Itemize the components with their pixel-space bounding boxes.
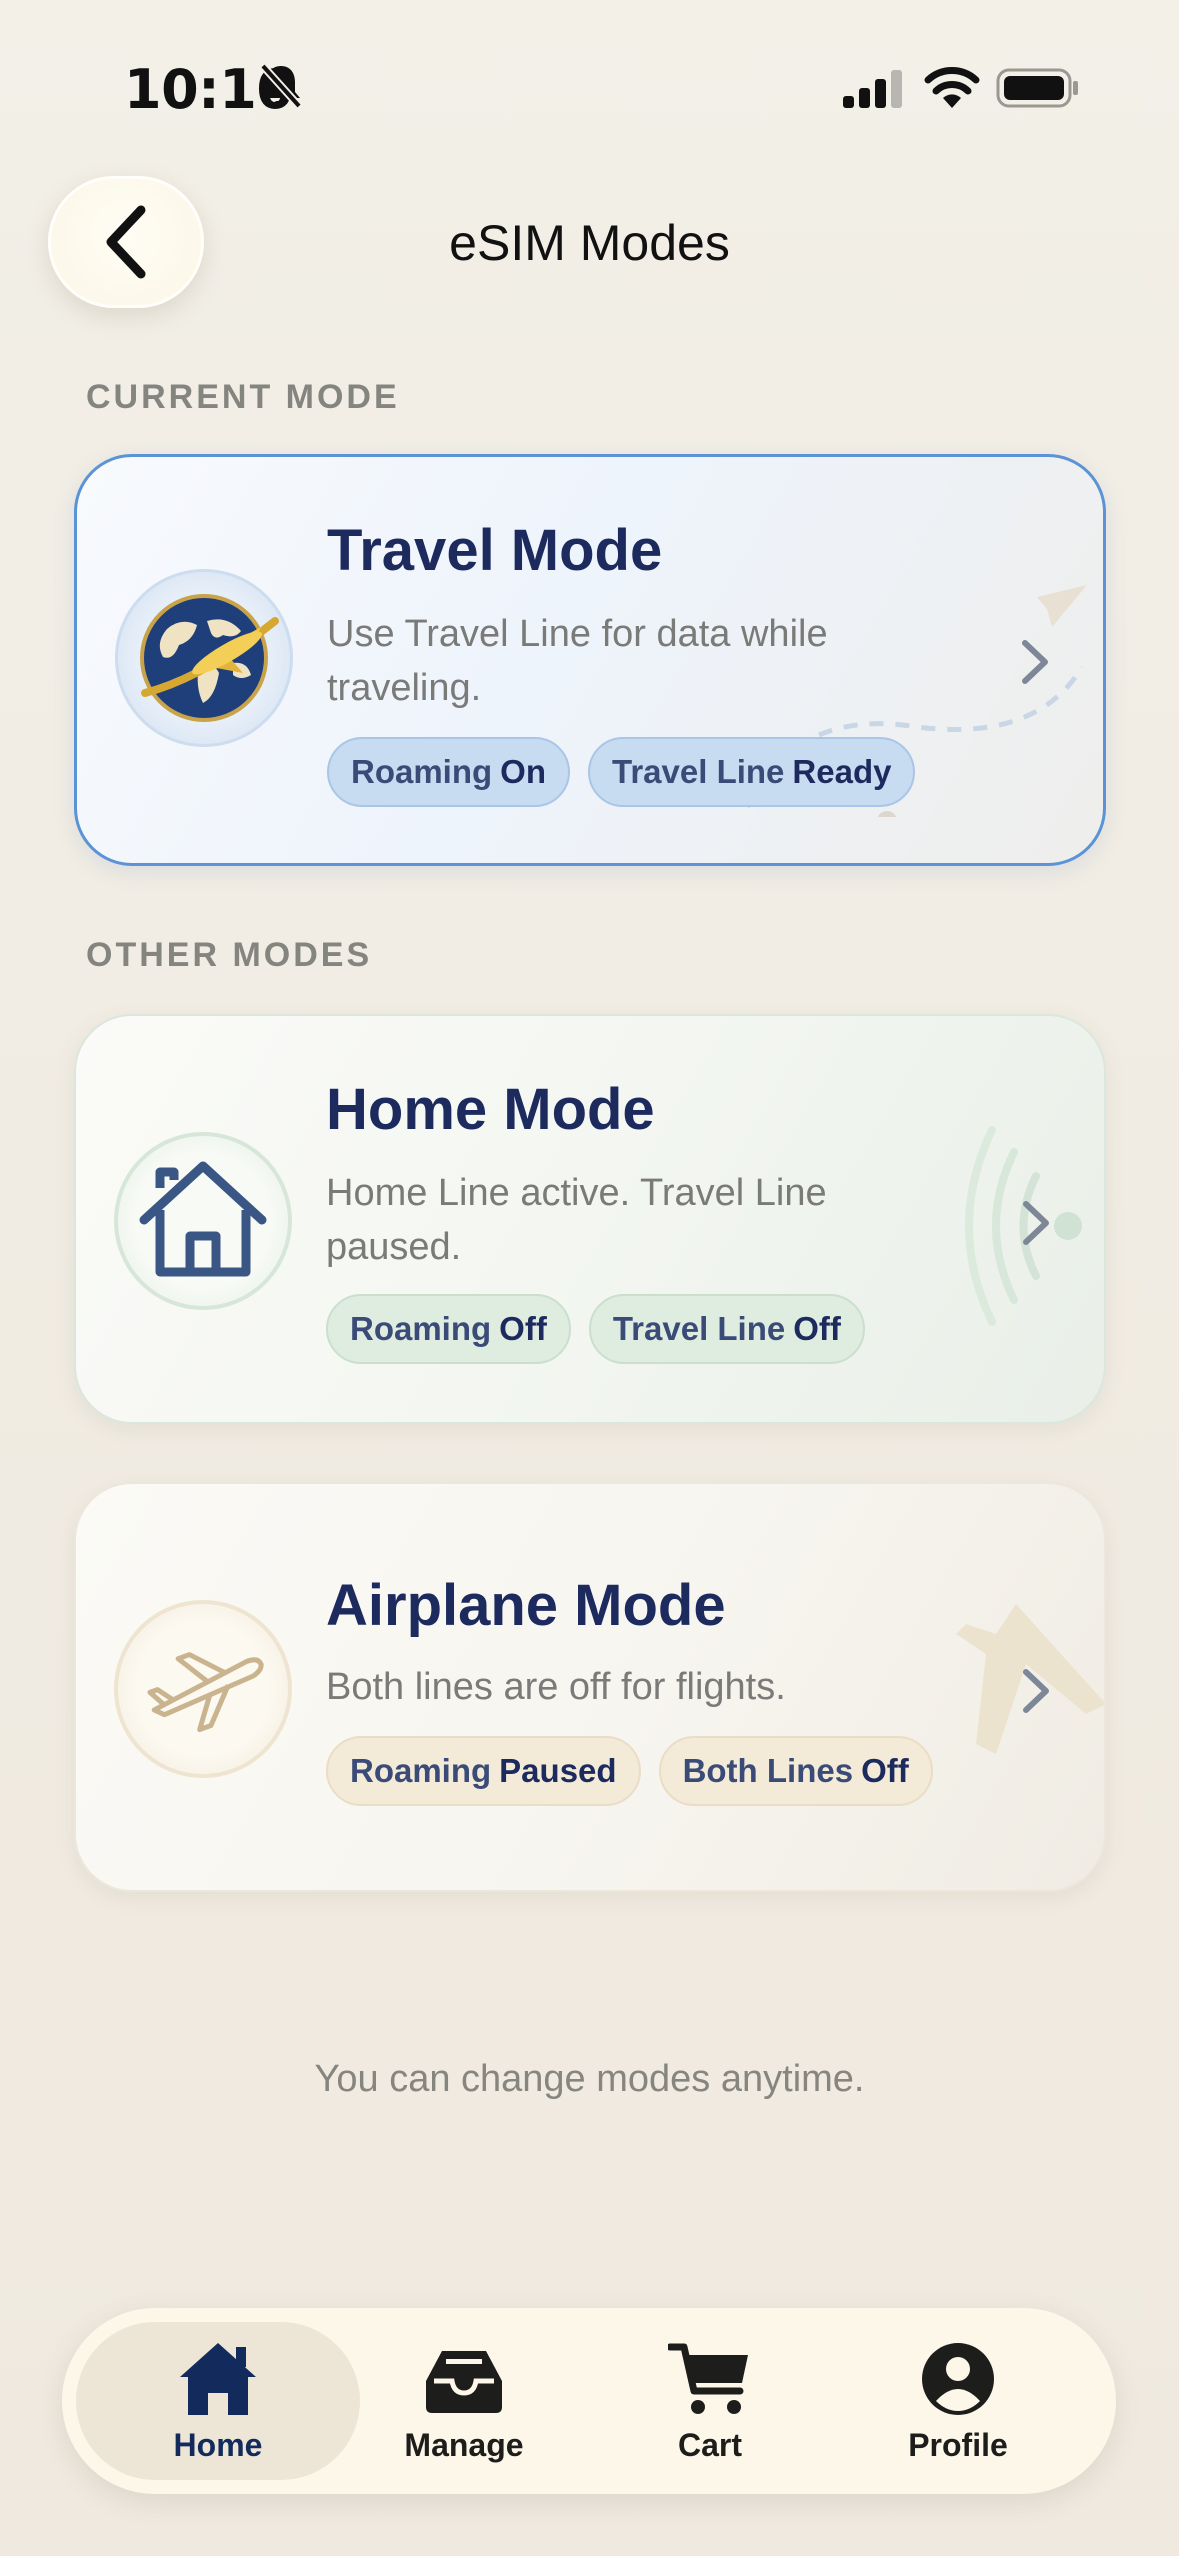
tab-manage[interactable]: Manage (344, 2308, 584, 2494)
home-icon (180, 2342, 256, 2415)
cart-icon (668, 2343, 748, 2414)
chip-value: Off (499, 1310, 547, 1347)
mode-chips: Roaming On Travel Line Ready (327, 737, 916, 807)
status-chip-roaming: Roaming On (327, 737, 570, 807)
mode-title: Travel Mode (327, 518, 663, 583)
tab-label: Home (173, 2426, 263, 2463)
home-icon-badge (114, 1132, 292, 1310)
tab-label: Profile (908, 2426, 1008, 2463)
mode-card-home[interactable]: Home Mode Home Line active. Travel Line … (74, 1014, 1106, 1424)
airplane-icon (147, 1652, 264, 1733)
mode-title: Airplane Mode (326, 1573, 726, 1638)
globe-airplane-icon (140, 594, 279, 722)
tab-home[interactable]: Home (98, 2308, 338, 2494)
inbox-tray-icon (426, 2350, 502, 2413)
status-chip-travel-line: Travel Line Off (588, 1294, 865, 1364)
mode-description: Both lines are off for flights. (326, 1666, 786, 1708)
house-icon (139, 1161, 267, 1277)
mode-chips: Roaming Paused Both Lines Off (326, 1736, 933, 1806)
profile-icon (922, 2342, 994, 2415)
wifi-icon (924, 67, 980, 108)
chip-value: Off (861, 1752, 909, 1789)
tab-cart[interactable]: Cart (590, 2308, 830, 2494)
chip-value: Ready (792, 753, 892, 790)
battery-icon (996, 68, 1078, 108)
chevron-right-icon (1023, 1669, 1049, 1713)
tab-profile[interactable]: Profile (838, 2308, 1078, 2494)
status-chip-roaming: Roaming Paused (326, 1736, 641, 1806)
tab-bar: Home Manage Cart Profile (62, 2308, 1116, 2494)
mode-chips: Roaming Off Travel Line Off (326, 1294, 865, 1364)
chip-value: Paused (499, 1752, 617, 1789)
page-title: eSIM Modes (449, 215, 730, 271)
status-chip-roaming: Roaming Off (326, 1294, 571, 1364)
chip-value: On (500, 753, 546, 790)
chip-label: Both Lines (682, 1752, 854, 1789)
section-label-other: OTHER MODES (86, 936, 373, 974)
tab-label: Manage (404, 2426, 524, 2463)
mode-card-travel[interactable]: Travel Mode Use Travel Line for data whi… (74, 454, 1106, 866)
chip-label: Travel Line (612, 753, 785, 790)
chip-label: Roaming (350, 1310, 492, 1347)
footer-note: You can change modes anytime. (314, 2058, 865, 2100)
chip-label: Roaming (350, 1752, 492, 1789)
cellular-signal-icon (843, 70, 902, 108)
airplane-icon-badge (114, 1600, 292, 1778)
bell-slash-icon (260, 63, 302, 109)
chip-label: Travel Line (612, 1310, 786, 1347)
mode-title: Home Mode (326, 1077, 655, 1142)
mode-description: Home Line active. Travel Line paused. (326, 1172, 827, 1268)
chip-value: Off (793, 1310, 841, 1347)
travel-icon-badge (115, 569, 293, 747)
status-bar: 10:10 (0, 0, 1179, 170)
status-chip-both-lines: Both Lines Off (658, 1736, 933, 1806)
chip-label: Roaming (351, 753, 493, 790)
mode-description: Use Travel Line for data while traveling… (327, 613, 828, 709)
section-label-current: CURRENT MODE (86, 378, 400, 416)
mode-card-airplane[interactable]: Airplane Mode Both lines are off for fli… (74, 1482, 1106, 1892)
status-chip-travel-line: Travel Line Ready (588, 737, 916, 807)
chevron-right-icon (1023, 1201, 1049, 1245)
chevron-right-icon (1022, 640, 1048, 684)
tab-label: Cart (677, 2426, 742, 2463)
